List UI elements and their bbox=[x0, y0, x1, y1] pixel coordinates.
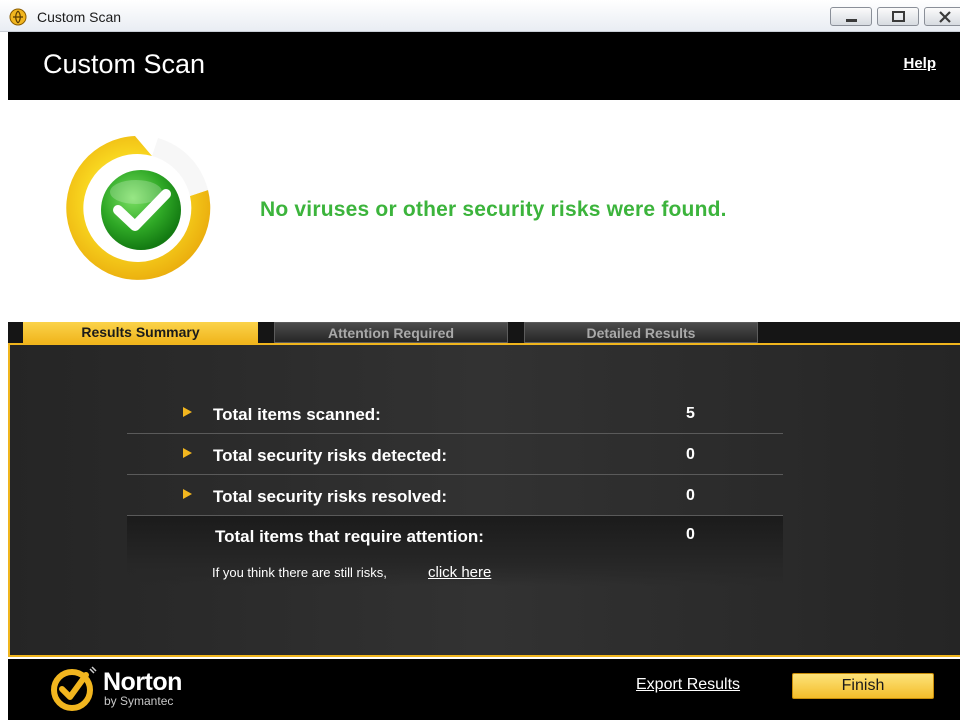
custom-scan-window: Custom Scan Custom Scan Help No viruses … bbox=[0, 0, 960, 720]
row-value: 5 bbox=[686, 405, 695, 422]
restore-icon bbox=[892, 11, 905, 22]
close-icon bbox=[939, 11, 951, 23]
title-bar[interactable]: Custom Scan bbox=[0, 0, 960, 32]
row-label: Total items that require attention: bbox=[215, 527, 484, 546]
summary-row-attention: Total items that require attention: 0 If… bbox=[127, 516, 783, 586]
window-title: Custom Scan bbox=[37, 9, 122, 25]
norton-logo-icon bbox=[51, 666, 97, 711]
scan-complete-badge-icon bbox=[66, 136, 211, 280]
summary-row-risks-resolved: Total security risks resolved: 0 bbox=[127, 475, 783, 516]
minimize-icon bbox=[846, 19, 857, 22]
row-value: 0 bbox=[686, 526, 695, 543]
row-label: Total items scanned: bbox=[213, 405, 381, 424]
tab-attention-required[interactable]: Attention Required bbox=[274, 322, 508, 343]
tab-results-summary[interactable]: Results Summary bbox=[23, 322, 258, 343]
scan-result-message: No viruses or other security risks were … bbox=[260, 198, 727, 221]
summary-row-items-scanned: Total items scanned: 5 bbox=[127, 393, 783, 434]
bullet-arrow-icon bbox=[183, 489, 192, 499]
finish-button[interactable]: Finish bbox=[792, 673, 934, 699]
tab-detailed-results[interactable]: Detailed Results bbox=[524, 322, 758, 343]
brand-subtitle: by Symantec bbox=[104, 694, 174, 708]
click-here-link[interactable]: click here bbox=[428, 564, 491, 581]
close-button[interactable] bbox=[924, 7, 960, 26]
bullet-arrow-icon bbox=[183, 448, 192, 458]
norton-app-icon bbox=[9, 8, 27, 26]
risk-note-text: If you think there are still risks, bbox=[212, 565, 387, 580]
row-label: Total security risks resolved: bbox=[213, 487, 448, 506]
bullet-arrow-icon bbox=[183, 407, 192, 417]
row-value: 0 bbox=[686, 487, 695, 504]
row-label: Total security risks detected: bbox=[213, 446, 447, 465]
results-summary-panel: Total items scanned: 5 Total security ri… bbox=[8, 343, 960, 657]
minimize-button[interactable] bbox=[830, 7, 872, 26]
restore-button[interactable] bbox=[877, 7, 919, 26]
window-left-border bbox=[0, 32, 8, 720]
header-bar: Custom Scan Help bbox=[8, 32, 960, 100]
page-title: Custom Scan bbox=[43, 49, 206, 79]
help-link[interactable]: Help bbox=[903, 55, 936, 72]
footer-bar: Norton by Symantec Export Results Finish bbox=[8, 659, 960, 720]
export-results-link[interactable]: Export Results bbox=[636, 676, 740, 694]
summary-stats: Total items scanned: 5 Total security ri… bbox=[127, 393, 783, 586]
row-value: 0 bbox=[686, 446, 695, 463]
norton-brand: Norton bbox=[103, 668, 182, 696]
summary-row-risks-detected: Total security risks detected: 0 bbox=[127, 434, 783, 475]
scan-result-area: No viruses or other security risks were … bbox=[8, 100, 960, 322]
results-tabs: Results Summary Attention Required Detai… bbox=[8, 322, 960, 343]
